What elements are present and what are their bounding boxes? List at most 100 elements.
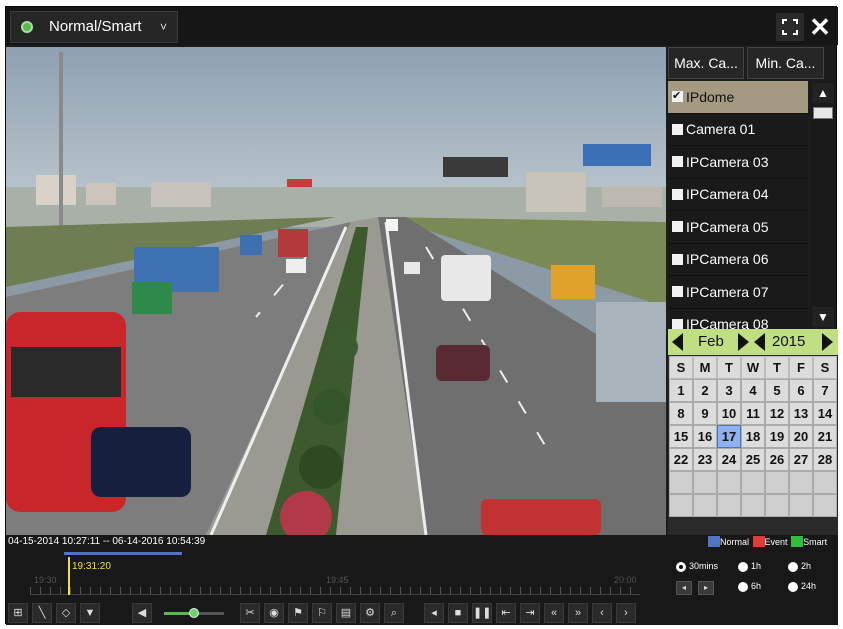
tag-icon[interactable]: ⚑ [288, 603, 308, 623]
draw-line-icon[interactable]: ╲ [32, 603, 52, 623]
step-forward-icon[interactable]: ⇥ [520, 603, 540, 623]
calendar-day[interactable]: 23 [693, 448, 717, 471]
scroll-down-icon[interactable]: ▼ [812, 307, 834, 327]
layout-icon[interactable]: ⊞ [8, 603, 28, 623]
calendar-day[interactable]: 2 [693, 379, 717, 402]
camera-item-ipcamera-08[interactable]: IPCamera 08 [668, 308, 808, 329]
settings-icon[interactable]: ⚙ [360, 603, 380, 623]
calendar-day[interactable]: 21 [813, 425, 837, 448]
timeline[interactable]: 19:30 19:45 20:00 19:31:20 [30, 557, 640, 597]
calendar-month: Feb [698, 333, 724, 350]
calendar-day[interactable]: 17 [717, 425, 741, 448]
checkbox-icon[interactable] [672, 81, 683, 111]
scroll-up-icon[interactable]: ▲ [812, 83, 834, 103]
pause-icon[interactable]: ❚❚ [472, 603, 492, 623]
step-back-icon[interactable]: ⇤ [496, 603, 516, 623]
zoom-option-24h[interactable]: 24h [788, 581, 816, 592]
timeline-cursor[interactable] [68, 557, 70, 595]
calendar-day[interactable]: 12 [765, 402, 789, 425]
calendar-empty-cell [693, 494, 717, 517]
calendar-day[interactable]: 10 [717, 402, 741, 425]
calendar-day[interactable]: 13 [789, 402, 813, 425]
mode-label: Normal/Smart [49, 18, 142, 35]
digital-zoom-icon[interactable]: ⌕ [384, 603, 404, 623]
ptz-icon[interactable]: ◇ [56, 603, 76, 623]
zoom-option-30mins[interactable]: 30mins [676, 561, 718, 572]
camera-item-ipcamera-03[interactable]: IPCamera 03 [668, 146, 808, 179]
camera-item-label: IPCamera 05 [686, 218, 769, 235]
prev-month-icon[interactable] [672, 333, 683, 351]
snapshot-icon[interactable]: ◉ [264, 603, 284, 623]
calendar-day[interactable]: 20 [789, 425, 813, 448]
tab-min-camera[interactable]: Min. Ca... [747, 47, 824, 79]
calendar-day[interactable]: 26 [765, 448, 789, 471]
zoom-in-button[interactable]: ▸ [698, 581, 714, 595]
next-day-icon[interactable]: › [616, 603, 636, 623]
camera-item-ipcamera-05[interactable]: IPCamera 05 [668, 211, 808, 244]
camera-item-ipdome[interactable]: IPdome [668, 81, 808, 114]
calendar-day[interactable]: 25 [741, 448, 765, 471]
calendar-day[interactable]: 4 [741, 379, 765, 402]
calendar-day[interactable]: 18 [741, 425, 765, 448]
camera-item-ipcamera-06[interactable]: IPCamera 06 [668, 243, 808, 276]
scroll-thumb[interactable] [813, 107, 833, 119]
calendar-day[interactable]: 16 [693, 425, 717, 448]
calendar-empty-cell [669, 494, 693, 517]
video-viewport[interactable] [6, 47, 666, 535]
camera-list-scrollbar[interactable]: ▲ ▼ [810, 81, 836, 329]
filter-icon[interactable]: ▼ [80, 603, 100, 623]
camera-feed-image [6, 47, 666, 535]
calendar-day[interactable]: 8 [669, 402, 693, 425]
calendar-day[interactable]: 3 [717, 379, 741, 402]
calendar-day[interactable]: 28 [813, 448, 837, 471]
slow-icon[interactable]: « [544, 603, 564, 623]
mode-dropdown[interactable]: Normal/Smart ˅ [10, 11, 178, 43]
prev-year-icon[interactable] [754, 333, 765, 351]
playback-controls: 04-15-2014 10:27:11 -- 06-14-2016 10:54:… [6, 535, 838, 625]
zoom-out-button[interactable]: ◂ [676, 581, 692, 595]
volume-slider[interactable] [164, 608, 224, 618]
checkbox-icon[interactable] [672, 253, 683, 265]
checkbox-icon[interactable] [672, 318, 683, 329]
fast-icon[interactable]: » [568, 603, 588, 623]
calendar-day[interactable]: 27 [789, 448, 813, 471]
camera-item-label: IPCamera 08 [686, 316, 769, 329]
camera-item-ipcamera-07[interactable]: IPCamera 07 [668, 276, 808, 309]
previous-day-icon[interactable]: ‹ [592, 603, 612, 623]
custom-tag-icon[interactable]: ⚐ [312, 603, 332, 623]
camera-item-ipcamera-04[interactable]: IPCamera 04 [668, 178, 808, 211]
calendar-day[interactable]: 9 [693, 402, 717, 425]
checkbox-icon[interactable] [672, 188, 683, 200]
calendar-day[interactable]: 7 [813, 379, 837, 402]
zoom-option-1h[interactable]: 1h [738, 561, 761, 572]
checkbox-icon[interactable] [672, 123, 683, 135]
calendar-day[interactable]: 24 [717, 448, 741, 471]
checkbox-icon[interactable] [672, 221, 683, 233]
zoom-option-2h[interactable]: 2h [788, 561, 811, 572]
lock-file-icon[interactable]: ▤ [336, 603, 356, 623]
volume-knob[interactable] [189, 608, 199, 618]
clip-icon[interactable]: ✂ [240, 603, 260, 623]
fullscreen-button[interactable] [776, 13, 804, 41]
close-button[interactable]: ✕ [806, 12, 834, 42]
audio-icon[interactable]: ◀ [132, 603, 152, 623]
next-month-icon[interactable] [738, 333, 749, 351]
calendar-day[interactable]: 15 [669, 425, 693, 448]
camera-item-camera-01[interactable]: Camera 01 [668, 113, 808, 146]
calendar-day[interactable]: 5 [765, 379, 789, 402]
chevron-down-icon: ˅ [159, 20, 167, 34]
tab-max-camera[interactable]: Max. Ca... [668, 47, 744, 79]
calendar-day[interactable]: 19 [765, 425, 789, 448]
calendar-day[interactable]: 14 [813, 402, 837, 425]
calendar-day[interactable]: 6 [789, 379, 813, 402]
zoom-option-6h[interactable]: 6h [738, 581, 761, 592]
stop-icon[interactable]: ■ [448, 603, 468, 623]
checkbox-icon[interactable] [672, 286, 683, 298]
next-year-icon[interactable] [822, 333, 833, 351]
reverse-play-icon[interactable]: ◂ [424, 603, 444, 623]
calendar-day[interactable]: 1 [669, 379, 693, 402]
radio-icon [676, 561, 686, 572]
checkbox-icon[interactable] [672, 156, 683, 168]
calendar-day[interactable]: 22 [669, 448, 693, 471]
calendar-day[interactable]: 11 [741, 402, 765, 425]
